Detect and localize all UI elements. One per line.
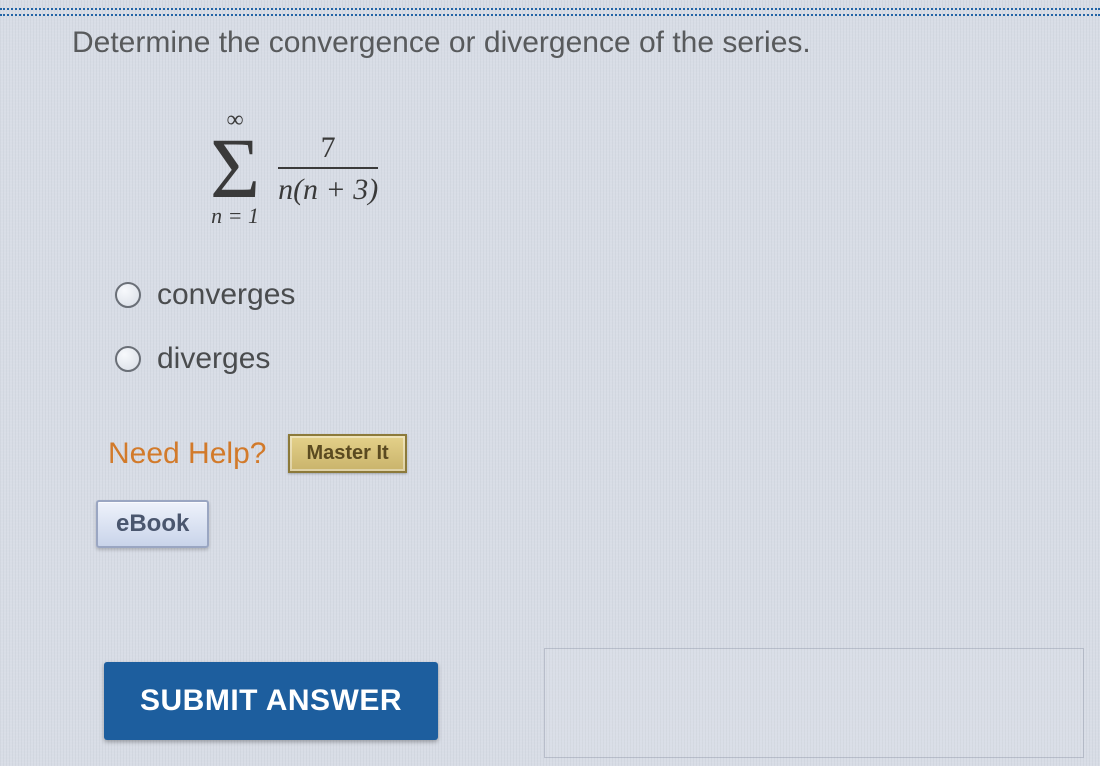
help-row: Need Help? Master It bbox=[108, 434, 407, 473]
sigma-lower-bound: n = 1 bbox=[211, 203, 259, 229]
answer-options: converges diverges bbox=[115, 278, 295, 376]
option-label: diverges bbox=[157, 342, 270, 376]
need-help-label: Need Help? bbox=[108, 437, 266, 471]
separator-dashes bbox=[0, 8, 1100, 16]
radio-icon bbox=[115, 282, 141, 308]
option-converges[interactable]: converges bbox=[115, 278, 295, 312]
ebook-button[interactable]: eBook bbox=[96, 500, 209, 548]
question-text: Determine the convergence or divergence … bbox=[72, 26, 1080, 60]
fraction-denominator: n(n + 3) bbox=[278, 169, 378, 207]
series-formula: ∞ Σ n = 1 7 n(n + 3) bbox=[210, 108, 378, 229]
option-diverges[interactable]: diverges bbox=[115, 342, 295, 376]
master-it-button[interactable]: Master It bbox=[288, 434, 406, 473]
sigma-symbol: Σ bbox=[210, 130, 260, 207]
fraction: 7 n(n + 3) bbox=[278, 131, 378, 207]
fraction-numerator: 7 bbox=[285, 131, 372, 167]
radio-icon bbox=[115, 346, 141, 372]
sigma-notation: ∞ Σ n = 1 bbox=[210, 108, 260, 229]
option-label: converges bbox=[157, 278, 295, 312]
placeholder-box bbox=[544, 648, 1084, 758]
submit-answer-button[interactable]: SUBMIT ANSWER bbox=[104, 662, 438, 740]
